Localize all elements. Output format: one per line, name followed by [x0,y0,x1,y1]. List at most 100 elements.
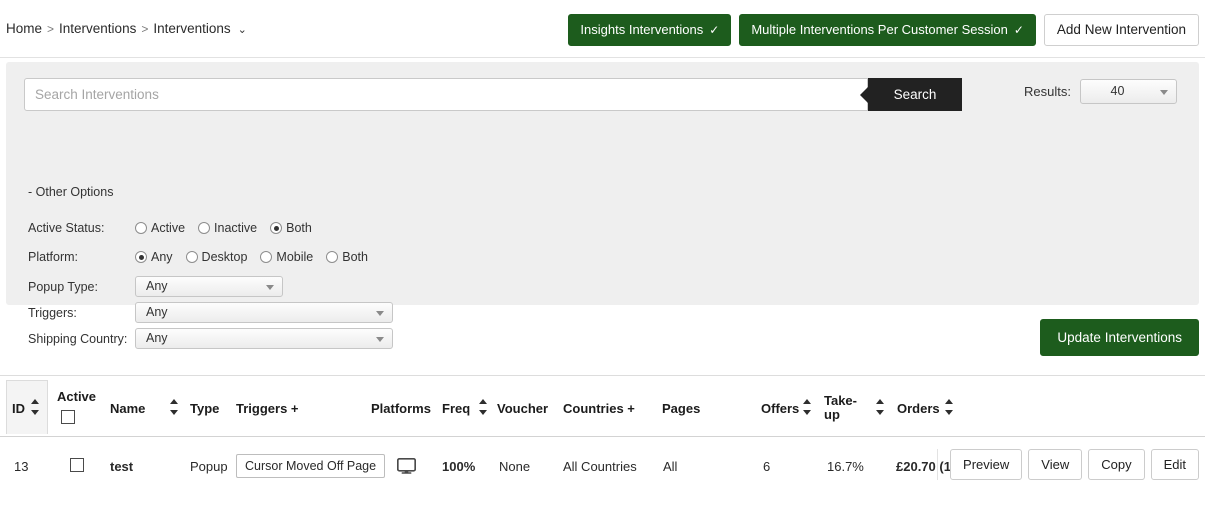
filter-row-popup-type: Popup Type: Any [28,276,283,297]
radio-label: Mobile [276,250,314,264]
interventions-table: ID Active Name Type Triggers + Platforms… [0,375,1205,492]
radio-label: Active [151,221,186,235]
edit-button[interactable]: Edit [1150,449,1199,480]
radio-icon [185,251,198,263]
sort-desc-icon [945,410,953,415]
column-header-countries[interactable]: Countries + [563,401,635,416]
filter-panel: Search Results: 40 - Other Options Activ… [6,62,1199,349]
radio-icon [326,251,339,263]
sort-control-offers[interactable] [803,399,812,415]
sort-control-freq[interactable] [479,399,488,415]
radio-active-status-both[interactable]: Both [270,221,312,235]
radio-icon [198,222,211,234]
breadcrumb-item-home[interactable]: Home [6,21,42,36]
cell-name: test [110,459,134,474]
check-icon: ✓ [1013,23,1024,37]
insights-interventions-button[interactable]: Insights Interventions ✓ [568,14,732,46]
radio-platform-mobile[interactable]: Mobile [260,250,313,264]
chevron-down-icon [376,310,384,316]
cell-id: 13 [14,459,29,474]
sort-asc-icon [945,399,953,404]
sort-control-name[interactable] [170,399,179,415]
chevron-down-icon [376,336,384,342]
shipping-country-label: Shipping Country: [28,331,128,346]
popup-type-select[interactable]: Any [135,276,283,297]
cell-countries: All Countries [563,459,637,474]
cell-offers: 6 [763,459,771,474]
update-interventions-button[interactable]: Update Interventions [1040,319,1199,356]
chevron-down-icon[interactable]: ⌄ [238,23,247,36]
shipping-country-select[interactable]: Any [135,328,393,349]
column-header-name[interactable]: Name [110,401,145,416]
filter-row-shipping-country: Shipping Country: Any [28,328,393,349]
cell-freq: 100% [442,459,476,474]
radio-label: Both [286,221,312,235]
radio-platform-both[interactable]: Both [326,250,368,264]
radio-active-status-inactive[interactable]: Inactive [198,221,257,235]
column-header-type: Type [190,401,220,416]
radio-label: Desktop [201,250,248,264]
sort-asc-icon [31,399,39,404]
radio-label: Any [151,250,173,264]
sort-asc-icon [803,399,811,404]
preview-button[interactable]: Preview [950,449,1023,480]
radio-label: Inactive [214,221,258,235]
results-label: Results: [1024,84,1071,99]
column-header-freq[interactable]: Freq [442,401,470,416]
platform-label: Platform: [28,250,79,264]
radio-icon [260,251,273,263]
sort-control-orders[interactable] [945,399,954,415]
cell-type: Popup [190,459,228,474]
sort-asc-icon [170,399,178,404]
chevron-down-icon [1160,89,1168,95]
multiple-interventions-button[interactable]: Multiple Interventions Per Customer Sess… [739,14,1036,46]
results-selector: Results: 40 [1024,79,1177,104]
radio-icon-selected [135,251,147,263]
results-count-select[interactable]: 40 [1080,79,1177,104]
search-button[interactable]: Search [860,78,962,111]
column-header-triggers[interactable]: Triggers + [236,401,299,416]
radio-active-status-active[interactable]: Active [135,221,185,235]
radio-icon-selected [270,222,283,234]
desktop-monitor-icon [397,458,416,474]
column-header-takeup[interactable]: Take- up [824,394,857,422]
breadcrumb-item-interventions[interactable]: Interventions [59,21,136,36]
results-count-value: 40 [1110,84,1125,98]
radio-platform-any[interactable]: Any [135,250,173,264]
cell-takeup: 16.7% [827,459,864,474]
platform-radio-group: Any Desktop Mobile Both [135,250,381,264]
view-button[interactable]: View [1028,449,1083,480]
column-header-takeup-line2: up [824,407,840,422]
cell-trigger-tag[interactable]: Cursor Moved Off Page [236,454,386,478]
triggers-label: Triggers: [28,305,77,320]
row-select-checkbox[interactable] [70,458,84,472]
sort-asc-icon [876,399,884,404]
sort-desc-icon [479,410,487,415]
other-options-toggle[interactable]: - Other Options [28,185,113,199]
column-header-orders[interactable]: Orders [897,401,940,416]
radio-platform-desktop[interactable]: Desktop [185,250,248,264]
top-bar: Home > Interventions > Interventions ⌄ Insigh… [0,0,1205,58]
breadcrumb-separator: > [47,22,55,36]
column-header-offers[interactable]: Offers [761,401,799,416]
breadcrumb-item-interventions-current[interactable]: Interventions [153,21,230,36]
add-new-intervention-button[interactable]: Add New Intervention [1043,14,1199,46]
chevron-down-icon [266,284,274,290]
sort-control-id[interactable] [31,399,40,415]
breadcrumb: Home > Interventions > Interventions ⌄ [6,21,247,36]
triggers-select[interactable]: Any [135,302,393,323]
radio-label: Both [342,250,368,264]
sort-control-takeup[interactable] [876,399,885,415]
column-header-takeup-line1: Take- [824,393,857,408]
insights-interventions-label: Insights Interventions [580,22,704,37]
search-row: Search [24,78,962,111]
sort-desc-icon [31,410,39,415]
table-header-row: ID Active Name Type Triggers + Platforms… [0,375,1205,437]
column-header-id[interactable]: ID [12,401,25,416]
search-input[interactable] [24,78,868,111]
select-all-checkbox[interactable] [61,410,75,424]
copy-button[interactable]: Copy [1088,449,1145,480]
row-actions: Preview View Copy Edit [937,449,1199,480]
sort-desc-icon [803,410,811,415]
popup-type-label: Popup Type: [28,279,98,294]
